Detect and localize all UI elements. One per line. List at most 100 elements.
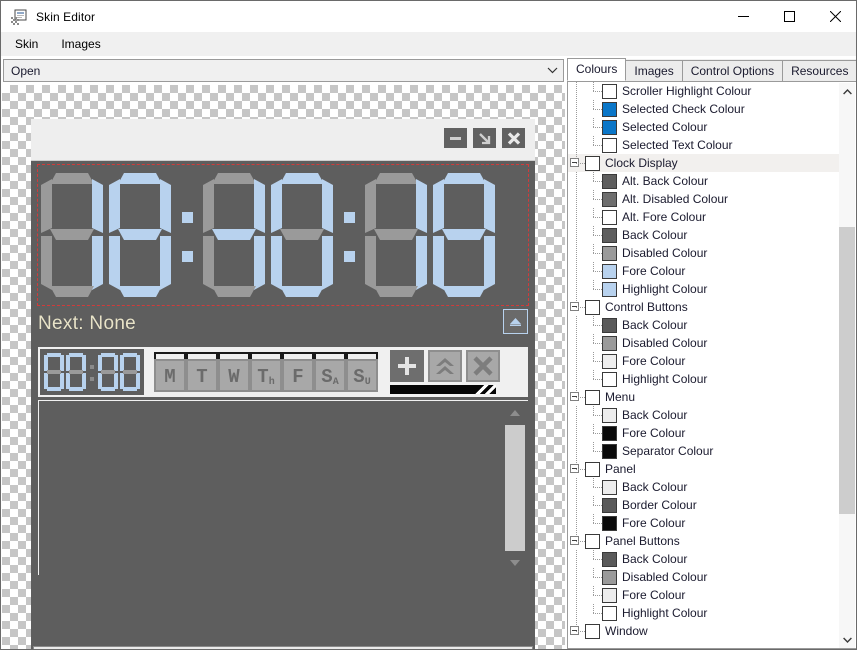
day-button-monday[interactable]: M: [154, 359, 186, 392]
colour-swatch[interactable]: [602, 605, 617, 621]
tree-colour-row[interactable]: Back Colour: [568, 406, 840, 424]
tree-expander-cell[interactable]: [568, 460, 585, 478]
maximize-button[interactable]: [766, 1, 812, 31]
tree-colour-row[interactable]: Scroller Highlight Colour: [568, 82, 840, 100]
tree-colour-row[interactable]: Back Colour: [568, 316, 840, 334]
tree-colour-row[interactable]: Disabled Colour: [568, 244, 840, 262]
colour-swatch[interactable]: [602, 551, 617, 567]
tree-scrollbar-thumb[interactable]: [839, 227, 855, 515]
colour-swatch[interactable]: [602, 227, 617, 243]
tree-colour-row[interactable]: Fore Colour: [568, 352, 840, 370]
tree-expander-cell[interactable]: [568, 154, 585, 172]
minimize-button[interactable]: [720, 1, 766, 31]
alarm-list-scrollbar[interactable]: [504, 403, 526, 573]
tree-colour-row[interactable]: Alt. Fore Colour: [568, 208, 840, 226]
colour-swatch[interactable]: [602, 479, 617, 495]
collapse-up-button[interactable]: [503, 309, 528, 334]
tab-resources[interactable]: Resources: [782, 60, 856, 81]
colour-swatch[interactable]: [602, 209, 617, 225]
colour-swatch[interactable]: [602, 515, 617, 531]
tree-colour-row[interactable]: Selected Text Colour: [568, 136, 840, 154]
day-button-thursday[interactable]: Th: [250, 359, 282, 392]
tree-colour-row[interactable]: Highlight Colour: [568, 280, 840, 298]
tree-colour-row[interactable]: Selected Colour: [568, 118, 840, 136]
menu-item-skin[interactable]: Skin: [6, 34, 47, 54]
tree-expander-cell[interactable]: [568, 298, 585, 316]
colour-swatch[interactable]: [602, 245, 617, 261]
tree-colour-row[interactable]: Selected Check Colour: [568, 100, 840, 118]
tree-group-row[interactable]: Panel Buttons: [568, 532, 840, 550]
tab-colours[interactable]: Colours: [567, 58, 627, 81]
colour-swatch[interactable]: [602, 497, 617, 513]
colour-swatch[interactable]: [602, 317, 617, 333]
tree-colour-row[interactable]: Alt. Disabled Colour: [568, 190, 840, 208]
skin-select-combobox[interactable]: Open: [3, 59, 564, 82]
tree-expander-cell[interactable]: [568, 388, 585, 406]
preview-to-tray-button[interactable]: [473, 128, 496, 148]
colour-tree[interactable]: Scroller Highlight Colour Selected Check …: [567, 82, 856, 649]
tree-group-row[interactable]: Window: [568, 622, 840, 640]
colour-swatch[interactable]: [602, 425, 617, 441]
colour-swatch[interactable]: [585, 389, 600, 405]
tree-colour-row[interactable]: Back Colour: [568, 550, 840, 568]
tree-scroll-up-button[interactable]: [839, 83, 855, 100]
colour-swatch[interactable]: [602, 281, 617, 297]
preview-minimize-button[interactable]: [444, 128, 467, 148]
tree-colour-row[interactable]: Disabled Colour: [568, 568, 840, 586]
move-up-button[interactable]: [428, 350, 462, 382]
colour-swatch[interactable]: [585, 623, 600, 639]
scroll-down-button[interactable]: [505, 553, 525, 573]
tree-colour-row[interactable]: Separator Colour: [568, 442, 840, 460]
tree-colour-row[interactable]: Back Colour: [568, 478, 840, 496]
sound-status-bar[interactable]: No sound file loaded: [33, 646, 533, 649]
tree-group-row[interactable]: Control Buttons: [568, 298, 840, 316]
tree-colour-row[interactable]: Disabled Colour: [568, 334, 840, 352]
tree-scrollbar-track[interactable]: [839, 100, 855, 631]
colour-swatch[interactable]: [602, 371, 617, 387]
tree-scroll-down-button[interactable]: [839, 631, 855, 648]
collapse-icon[interactable]: [570, 158, 579, 167]
collapse-icon[interactable]: [570, 392, 579, 401]
tab-control-options[interactable]: Control Options: [681, 60, 784, 81]
colour-swatch[interactable]: [602, 353, 617, 369]
tree-colour-row[interactable]: Fore Colour: [568, 262, 840, 280]
tree-group-row[interactable]: Panel: [568, 460, 840, 478]
collapse-icon[interactable]: [570, 536, 579, 545]
colour-swatch[interactable]: [602, 587, 617, 603]
tree-colour-row[interactable]: Fore Colour: [568, 514, 840, 532]
tab-images[interactable]: Images: [625, 60, 683, 81]
scroll-up-button[interactable]: [505, 403, 525, 423]
colour-swatch[interactable]: [602, 407, 617, 423]
alarm-time-display[interactable]: [40, 349, 144, 395]
colour-swatch[interactable]: [585, 533, 600, 549]
colour-swatch[interactable]: [585, 461, 600, 477]
day-button-tuesday[interactable]: T: [186, 359, 218, 392]
colour-swatch[interactable]: [602, 119, 617, 135]
colour-swatch[interactable]: [602, 569, 617, 585]
tree-expander-cell[interactable]: [568, 622, 585, 640]
colour-swatch[interactable]: [602, 137, 617, 153]
tree-expander-cell[interactable]: [568, 532, 585, 550]
tree-colour-row[interactable]: Highlight Colour: [568, 370, 840, 388]
add-alarm-button[interactable]: [390, 350, 424, 382]
collapse-icon[interactable]: [570, 464, 579, 473]
collapse-icon[interactable]: [570, 626, 579, 635]
scrollbar-thumb[interactable]: [505, 425, 525, 551]
colour-swatch[interactable]: [602, 191, 617, 207]
tree-group-row[interactable]: Menu: [568, 388, 840, 406]
tree-colour-row[interactable]: Fore Colour: [568, 424, 840, 442]
colour-swatch[interactable]: [585, 155, 600, 171]
close-button[interactable]: [812, 1, 856, 31]
colour-swatch[interactable]: [602, 443, 617, 459]
day-button-friday[interactable]: F: [282, 359, 314, 392]
colour-swatch[interactable]: [602, 263, 617, 279]
day-button-saturday[interactable]: SA: [314, 359, 346, 392]
tree-colour-row[interactable]: Border Colour: [568, 496, 840, 514]
colour-swatch[interactable]: [602, 173, 617, 189]
alarm-list[interactable]: [38, 400, 528, 575]
collapse-icon[interactable]: [570, 302, 579, 311]
menu-item-images[interactable]: Images: [52, 34, 109, 54]
tree-colour-row[interactable]: Alt. Back Colour: [568, 172, 840, 190]
colour-swatch[interactable]: [602, 83, 617, 99]
colour-swatch[interactable]: [602, 101, 617, 117]
